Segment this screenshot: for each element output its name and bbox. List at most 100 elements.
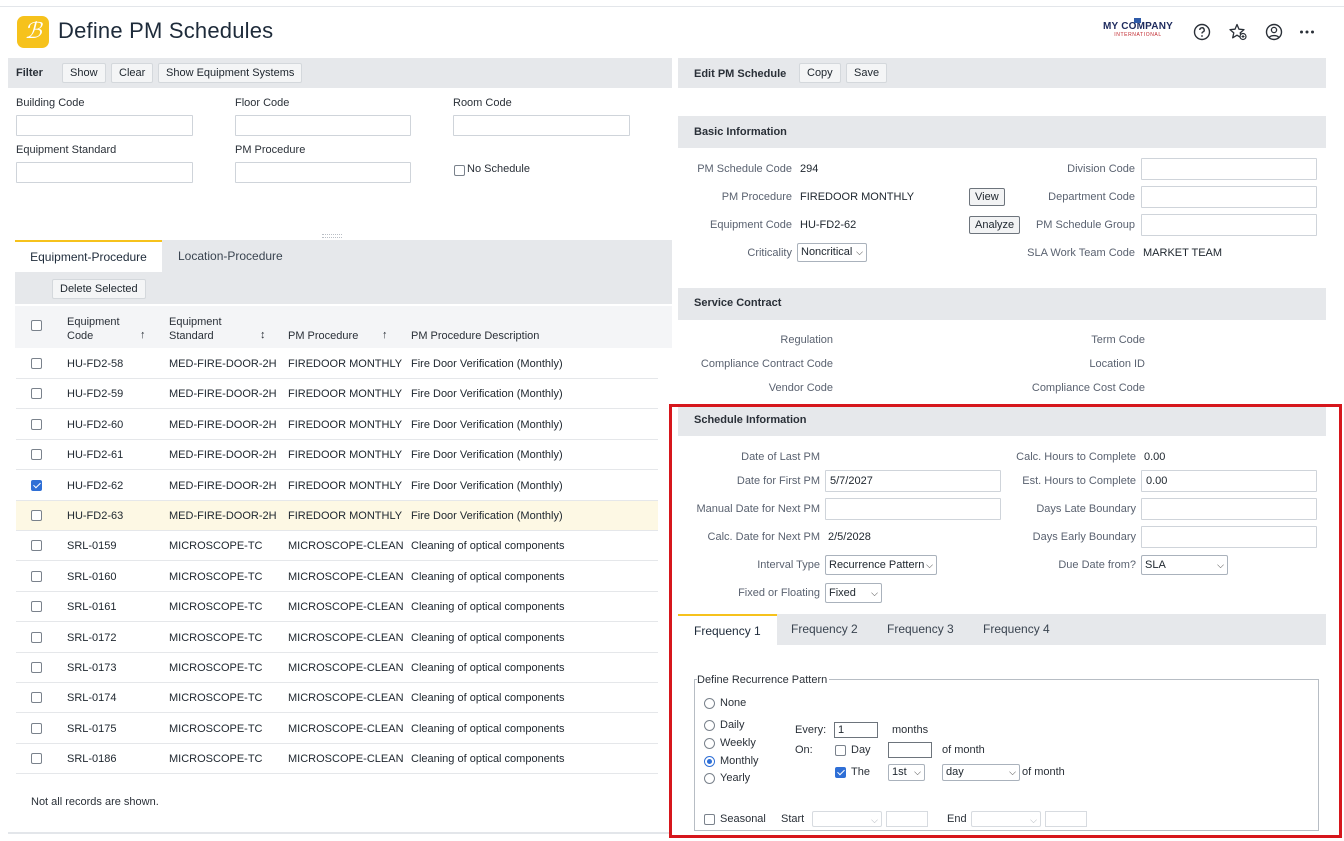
- sort-up-icon[interactable]: ↑: [382, 328, 388, 342]
- row-pm-procedure: FIREDOOR MONTHLY: [288, 479, 403, 492]
- sla-work-team-value: MARKET TEAM: [1143, 247, 1223, 259]
- room-code-input[interactable]: [453, 115, 630, 136]
- row-pm-procedure-description: Cleaning of optical components: [411, 540, 565, 553]
- row-pm-procedure: MICROSCOPE-CLEAN: [288, 722, 404, 735]
- table-row[interactable]: SRL-0159 MICROSCOPE-TC MICROSCOPE-CLEAN Cle…: [16, 531, 658, 562]
- tab-location-procedure[interactable]: Location-Procedure: [178, 249, 283, 263]
- table-row[interactable]: SRL-0173 MICROSCOPE-TC MICROSCOPE-CLEAN Cle…: [16, 653, 658, 683]
- table-row[interactable]: SRL-0161 MICROSCOPE-TC MICROSCOPE-CLEAN Cle…: [16, 592, 658, 623]
- row-pm-procedure-description: Fire Door Verification (Monthly): [411, 479, 563, 492]
- pm-schedule-code-value: 294: [800, 163, 819, 175]
- row-equipment-code: SRL-0159: [67, 540, 117, 553]
- company-logo: MY COMPANY INTERNATIONAL: [1100, 18, 1176, 38]
- row-pm-procedure: FIREDOOR MONTHLY: [288, 510, 403, 522]
- help-icon[interactable]: [1192, 22, 1212, 42]
- col-equipment-code[interactable]: Equipment Code: [67, 315, 127, 343]
- row-equipment-standard: MED-FIRE-DOOR-2H: [169, 479, 277, 492]
- row-checkbox[interactable]: [31, 631, 42, 643]
- row-equipment-standard: MICROSCOPE-TC: [169, 601, 263, 614]
- table-row[interactable]: HU-FD2-59 MED-FIRE-DOOR-2H FIREDOOR MONTHL…: [16, 379, 658, 410]
- row-pm-procedure: FIREDOOR MONTHLY: [288, 358, 403, 370]
- sort-both-icon[interactable]: ↕: [260, 328, 266, 342]
- resize-handle[interactable]: [322, 234, 342, 238]
- term-code-label: Term Code: [1091, 334, 1145, 346]
- building-code-input[interactable]: [16, 115, 193, 136]
- row-pm-procedure-description: Cleaning of optical components: [411, 601, 565, 614]
- row-checkbox[interactable]: [31, 510, 42, 521]
- col-equipment-standard[interactable]: Equipment Standard: [169, 315, 233, 343]
- save-button[interactable]: Save: [846, 63, 888, 83]
- room-code-label: Room Code: [453, 97, 512, 109]
- clear-button[interactable]: Clear: [111, 63, 154, 83]
- pm-schedule-group-input[interactable]: [1141, 214, 1317, 236]
- row-pm-procedure: MICROSCOPE-CLEAN: [288, 601, 404, 614]
- table-row[interactable]: HU-FD2-63 MED-FIRE-DOOR-2H FIREDOOR MONTHL…: [16, 501, 658, 531]
- row-equipment-code: HU-FD2-58: [67, 358, 124, 370]
- no-schedule-checkbox[interactable]: [454, 165, 465, 176]
- row-equipment-code: HU-FD2-59: [67, 388, 124, 401]
- row-checkbox[interactable]: [31, 722, 42, 734]
- floor-code-input[interactable]: [235, 115, 411, 136]
- row-pm-procedure-description: Fire Door Verification (Monthly): [411, 418, 563, 431]
- row-checkbox[interactable]: [31, 358, 42, 369]
- row-checkbox[interactable]: [31, 479, 42, 491]
- table-row[interactable]: HU-FD2-61 MED-FIRE-DOOR-2H FIREDOOR MONTHL…: [16, 440, 658, 471]
- row-pm-procedure: FIREDOOR MONTHLY: [288, 449, 403, 462]
- records-note: Not all records are shown.: [31, 796, 159, 808]
- floor-code-label: Floor Code: [235, 97, 290, 109]
- show-equipment-systems-button[interactable]: Show Equipment Systems: [158, 63, 303, 83]
- sort-up-icon[interactable]: ↑: [140, 328, 146, 342]
- pm-procedure-filter-input[interactable]: [235, 162, 411, 183]
- department-code-label: Department Code: [1048, 191, 1135, 203]
- sla-work-team-label: SLA Work Team Code: [1027, 247, 1135, 259]
- table-row[interactable]: SRL-0160 MICROSCOPE-TC MICROSCOPE-CLEAN Cle…: [16, 562, 658, 592]
- more-options-icon[interactable]: [1297, 22, 1317, 42]
- basic-info-title: Basic Information: [694, 126, 787, 138]
- delete-selected-button[interactable]: Delete Selected: [52, 279, 146, 299]
- criticality-label: Criticality: [747, 247, 792, 259]
- table-row[interactable]: HU-FD2-58 MED-FIRE-DOOR-2H FIREDOOR MONTHL…: [16, 349, 658, 379]
- app-logo-icon: ℬ: [17, 16, 49, 48]
- row-checkbox[interactable]: [31, 388, 42, 400]
- col-pm-procedure[interactable]: PM Procedure: [288, 329, 358, 343]
- row-pm-procedure: MICROSCOPE-CLEAN: [288, 540, 404, 553]
- table-row[interactable]: HU-FD2-60 MED-FIRE-DOOR-2H FIREDOOR MONTHL…: [16, 410, 658, 440]
- criticality-select[interactable]: Noncritical ⌵: [797, 243, 867, 262]
- col-pm-procedure-description[interactable]: PM Procedure Description: [411, 329, 539, 343]
- row-checkbox[interactable]: [31, 601, 42, 613]
- table-row[interactable]: SRL-0186 MICROSCOPE-TC MICROSCOPE-CLEAN Cle…: [16, 744, 658, 775]
- table-row[interactable]: SRL-0172 MICROSCOPE-TC MICROSCOPE-CLEAN Cle…: [16, 623, 658, 653]
- show-button[interactable]: Show: [62, 63, 106, 83]
- row-equipment-standard: MED-FIRE-DOOR-2H: [169, 388, 277, 401]
- table-row[interactable]: SRL-0175 MICROSCOPE-TC MICROSCOPE-CLEAN Cle…: [16, 714, 658, 744]
- division-code-input[interactable]: [1141, 158, 1317, 180]
- regulation-label: Regulation: [780, 334, 833, 346]
- row-checkbox[interactable]: [31, 540, 42, 552]
- row-equipment-code: SRL-0175: [67, 722, 117, 735]
- select-all-checkbox[interactable]: [31, 320, 42, 331]
- row-checkbox[interactable]: [31, 753, 42, 765]
- row-pm-procedure-description: Fire Door Verification (Monthly): [411, 388, 563, 401]
- copy-button[interactable]: Copy: [799, 63, 841, 83]
- user-profile-icon[interactable]: [1264, 22, 1284, 42]
- row-checkbox[interactable]: [31, 449, 42, 461]
- row-equipment-standard: MED-FIRE-DOOR-2H: [169, 418, 277, 431]
- row-checkbox[interactable]: [31, 418, 42, 430]
- division-code-label: Division Code: [1067, 163, 1135, 175]
- row-pm-procedure-description: Cleaning of optical components: [411, 662, 565, 674]
- edit-title: Edit PM Schedule: [694, 68, 787, 80]
- favorites-star-icon[interactable]: [1228, 22, 1248, 42]
- department-code-input[interactable]: [1141, 186, 1317, 208]
- equipment-standard-input[interactable]: [16, 162, 193, 183]
- row-equipment-code: SRL-0161: [67, 601, 117, 614]
- row-equipment-code: HU-FD2-61: [67, 449, 124, 462]
- row-checkbox[interactable]: [31, 692, 42, 704]
- tab-equipment-procedure[interactable]: Equipment-Procedure: [15, 240, 162, 272]
- row-checkbox[interactable]: [31, 662, 42, 673]
- table-row[interactable]: HU-FD2-62 MED-FIRE-DOOR-2H FIREDOOR MONTHL…: [16, 471, 658, 501]
- pm-schedule-code-label: PM Schedule Code: [697, 163, 792, 175]
- table-row[interactable]: SRL-0174 MICROSCOPE-TC MICROSCOPE-CLEAN Cle…: [16, 683, 658, 714]
- row-equipment-code: SRL-0186: [67, 753, 117, 766]
- service-contract-title: Service Contract: [694, 297, 782, 309]
- row-checkbox[interactable]: [31, 570, 42, 582]
